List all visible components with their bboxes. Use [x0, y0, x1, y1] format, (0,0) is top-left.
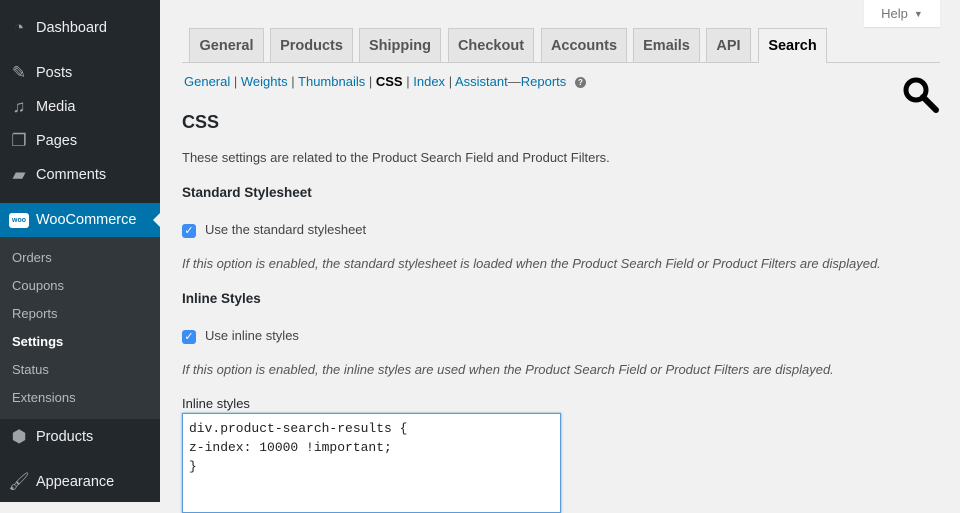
tab-accounts[interactable]: Accounts: [541, 28, 627, 62]
pages-icon: ❐: [11, 131, 27, 150]
menu-posts[interactable]: ✎ Posts: [0, 56, 160, 90]
standard-checkbox[interactable]: ✓: [182, 223, 196, 238]
help-button[interactable]: Help ▼: [864, 0, 940, 27]
subnav-general[interactable]: General: [184, 74, 230, 89]
subnav-reports[interactable]: Reports: [521, 74, 567, 89]
subnav-css: CSS: [375, 74, 403, 89]
dashboard-icon: ◔: [13, 18, 25, 37]
submenu-reports[interactable]: Reports: [12, 306, 58, 321]
inline-heading: Inline Styles: [182, 291, 261, 306]
inline-checkbox[interactable]: ✓: [182, 329, 196, 344]
tab-emails[interactable]: Emails: [633, 28, 700, 62]
current-arrow: [153, 213, 160, 227]
tab-api[interactable]: API: [706, 28, 751, 62]
subnav-index[interactable]: Index: [413, 74, 445, 89]
page-title: CSS: [182, 112, 220, 132]
subnav-weights[interactable]: Weights: [241, 74, 288, 89]
subnav-assistant[interactable]: Assistant: [455, 74, 508, 89]
pin-icon: ✎: [11, 63, 27, 82]
brush-icon: 🖌: [8, 472, 30, 491]
menu-media[interactable]: ♫ Media: [0, 90, 160, 124]
submenu-settings[interactable]: Settings: [12, 334, 63, 349]
inline-styles-label: Inline styles: [182, 396, 250, 411]
subnav-thumbnails[interactable]: Thumbnails: [298, 74, 365, 89]
tab-search[interactable]: Search: [758, 28, 827, 63]
menu-comments[interactable]: ▰ Comments: [0, 158, 160, 192]
search-icon: [903, 77, 939, 113]
tab-general[interactable]: General: [189, 28, 264, 62]
standard-checkbox-row[interactable]: ✓ Use the standard stylesheet: [182, 222, 366, 238]
tab-shipping[interactable]: Shipping: [359, 28, 441, 62]
intro-text: These settings are related to the Produc…: [182, 150, 610, 165]
menu-pages[interactable]: ❐ Pages: [0, 124, 160, 158]
standard-description: If this option is enabled, the standard …: [182, 256, 881, 271]
inline-description: If this option is enabled, the inline st…: [182, 362, 834, 377]
standard-heading: Standard Stylesheet: [182, 185, 312, 200]
caret-down-icon: ▼: [913, 8, 923, 19]
woocommerce-submenu: Orders Coupons Reports Settings Status E…: [0, 237, 160, 419]
submenu-extensions[interactable]: Extensions: [12, 390, 76, 405]
menu-dashboard[interactable]: ◔ Dashboard: [0, 11, 160, 45]
tab-checkout[interactable]: Checkout: [448, 28, 534, 62]
admin-sidebar: ◔ Dashboard ✎ Posts ♫ Media ❐ Pages ▰ Comment…: [0, 0, 160, 502]
submenu-orders[interactable]: Orders: [12, 250, 52, 265]
help-icon[interactable]: ?: [574, 77, 586, 89]
box-icon: ⬢: [11, 427, 27, 446]
menu-woocommerce[interactable]: woo WooCommerce: [0, 203, 160, 237]
submenu-status[interactable]: Status: [12, 362, 49, 377]
submenu-coupons[interactable]: Coupons: [12, 278, 64, 293]
inline-styles-textarea[interactable]: div.product-search-results { z-index: 10…: [182, 413, 561, 513]
woo-icon: woo: [0, 212, 36, 228]
media-icon: ♫: [12, 97, 26, 116]
menu-appearance[interactable]: 🖌 Appearance: [0, 465, 160, 499]
tab-products[interactable]: Products: [270, 28, 353, 62]
comment-icon: ▰: [12, 165, 26, 184]
section-nav: General | Weights | Thumbnails | CSS | I…: [184, 74, 586, 89]
inline-checkbox-row[interactable]: ✓ Use inline styles: [182, 328, 299, 344]
menu-products[interactable]: ⬢ Products: [0, 420, 160, 454]
